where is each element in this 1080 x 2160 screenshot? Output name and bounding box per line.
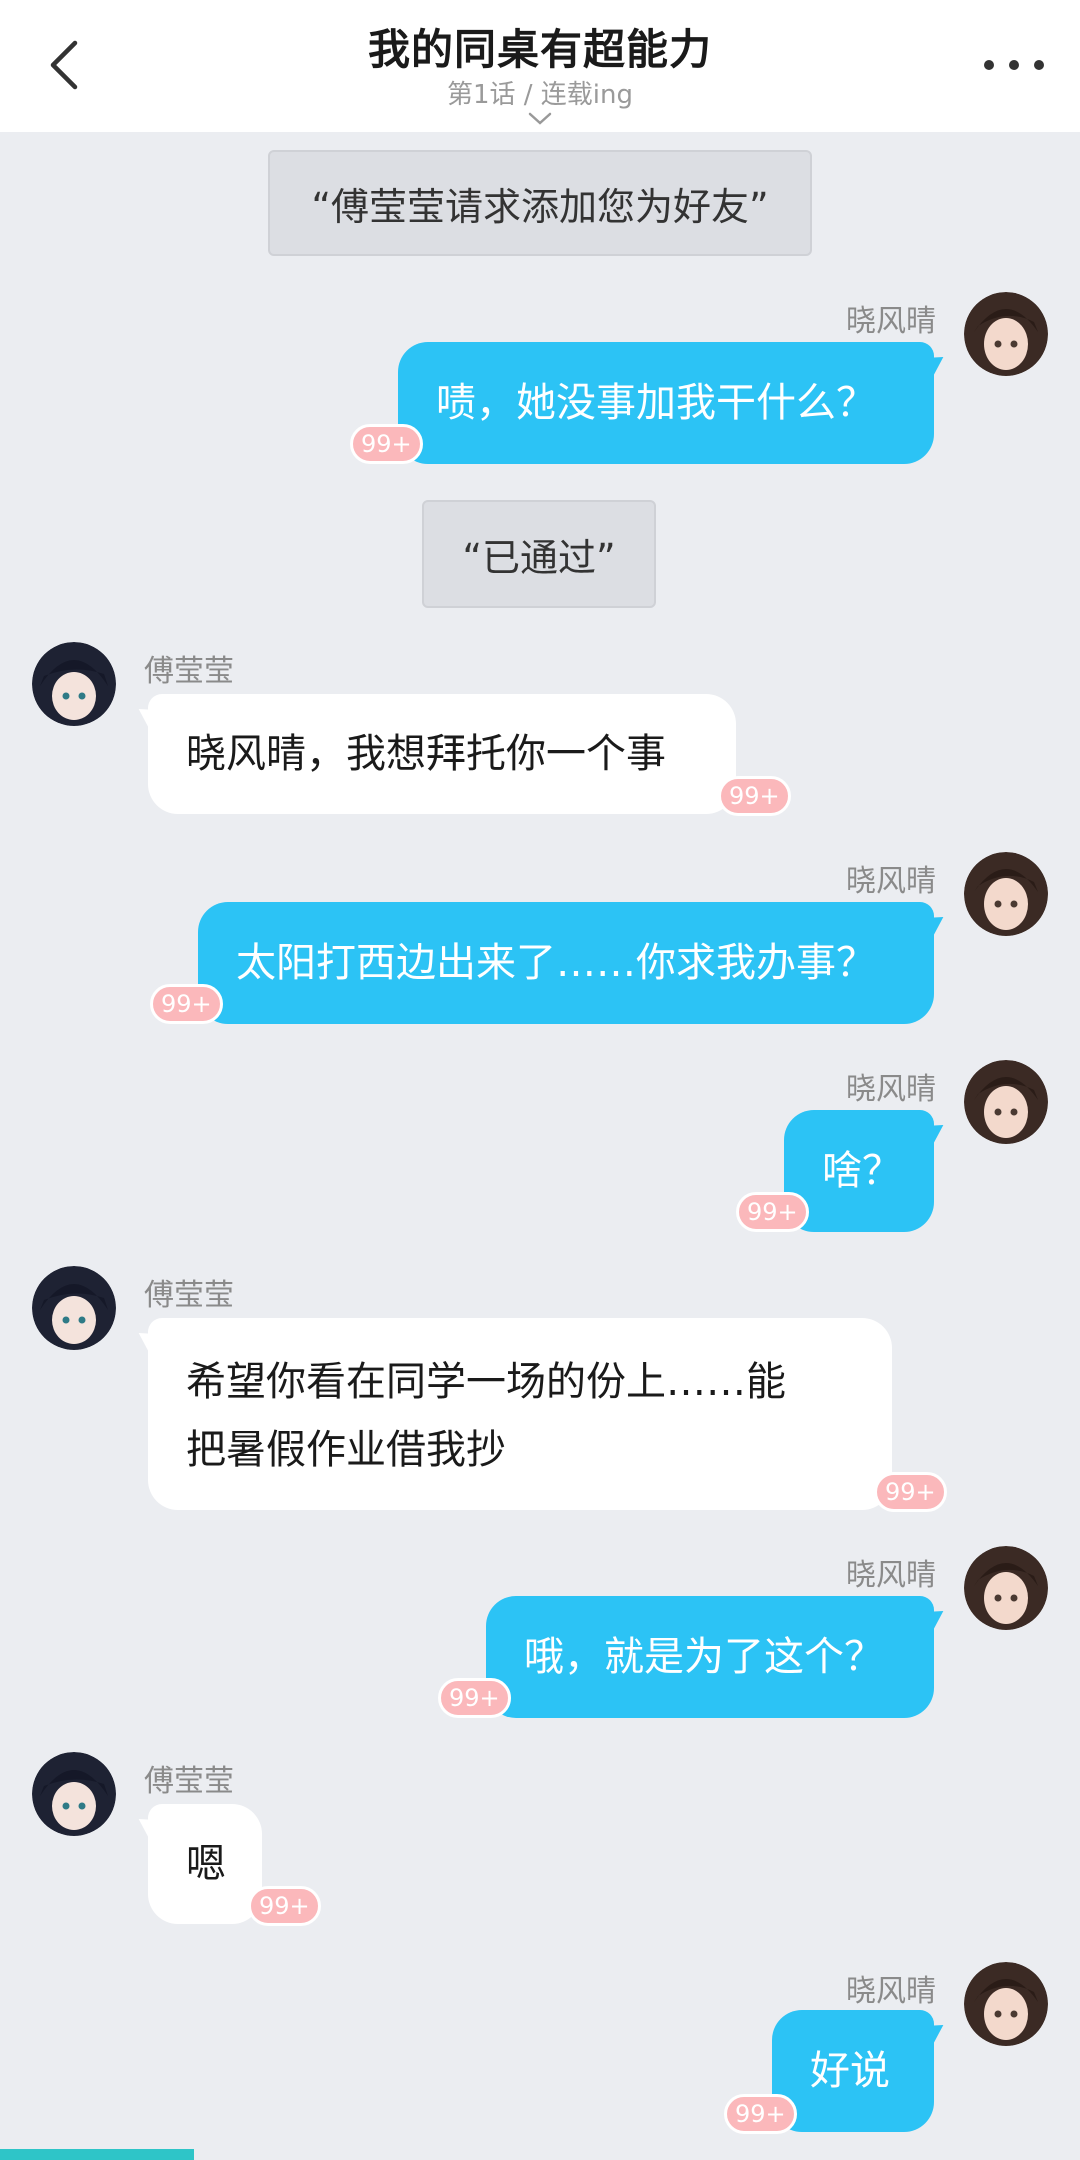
avatar[interactable]: [32, 1752, 116, 1836]
chevron-down-icon[interactable]: [528, 112, 552, 126]
reading-progress-bar: [0, 2149, 194, 2160]
avatar[interactable]: [32, 1266, 116, 1350]
notice-text: “傅莹莹请求添加您为好友”: [311, 184, 769, 229]
avatar[interactable]: [32, 642, 116, 726]
avatar[interactable]: [964, 1060, 1048, 1144]
reaction-badge[interactable]: 99+: [248, 1886, 321, 1926]
top-bar: 我的同桌有超能力 第1话 / 连载ing: [0, 0, 1080, 132]
notice-text: “已通过”: [462, 535, 616, 580]
message-text: 晓风晴，我想拜托你一个事: [186, 731, 666, 777]
sender-name: 晓风晴: [846, 1558, 936, 1593]
message-bubble[interactable]: 晓风晴，我想拜托你一个事: [132, 694, 736, 814]
message-text: 啥？: [822, 1148, 902, 1194]
reaction-badge[interactable]: 99+: [438, 1678, 511, 1718]
reaction-badge[interactable]: 99+: [724, 2094, 797, 2134]
reaction-badge[interactable]: 99+: [350, 424, 423, 464]
message-text: 啧，她没事加我干什么？: [436, 380, 876, 426]
reaction-badge[interactable]: 99+: [736, 1192, 809, 1232]
reaction-badge[interactable]: 99+: [874, 1472, 947, 1512]
reaction-badge[interactable]: 99+: [150, 984, 223, 1024]
message-bubble[interactable]: 哦，就是为了这个？: [486, 1596, 950, 1718]
chapter-subtitle[interactable]: 第1话 / 连载ing: [0, 74, 1080, 111]
system-notice: “傅莹莹请求添加您为好友”: [268, 150, 812, 256]
message-bubble[interactable]: 太阳打西边出来了……你求我办事？: [198, 902, 950, 1024]
message-text: 嗯: [186, 1841, 226, 1887]
avatar[interactable]: [964, 1546, 1048, 1630]
sender-name: 晓风晴: [846, 864, 936, 899]
sender-name: 傅莹莹: [144, 1764, 234, 1799]
page-title: 我的同桌有超能力: [367, 25, 712, 74]
avatar[interactable]: [964, 852, 1048, 936]
reaction-badge[interactable]: 99+: [718, 776, 791, 816]
sender-name: 晓风晴: [846, 1974, 936, 2009]
more-dots-icon: [984, 60, 994, 70]
system-notice: “已通过”: [422, 500, 656, 608]
message-text-line: 把暑假作业借我抄: [186, 1427, 506, 1473]
message-bubble[interactable]: 嗯: [132, 1804, 262, 1924]
sender-name: 晓风晴: [846, 1072, 936, 1107]
message-bubble[interactable]: 啧，她没事加我干什么？: [398, 342, 950, 464]
message-bubble[interactable]: 希望你看在同学一场的份上……能 把暑假作业借我抄: [132, 1318, 892, 1510]
sender-name: 晓风晴: [846, 304, 936, 339]
message-text: 哦，就是为了这个？: [524, 1634, 884, 1680]
avatar[interactable]: [964, 292, 1048, 376]
avatar[interactable]: [964, 1962, 1048, 2046]
sender-name: 傅莹莹: [144, 654, 234, 689]
message-text: 好说: [810, 2048, 890, 2094]
message-text-line: 希望你看在同学一场的份上……能: [186, 1359, 786, 1405]
more-button[interactable]: [984, 48, 1044, 82]
sender-name: 傅莹莹: [144, 1278, 234, 1313]
message-text: 太阳打西边出来了……你求我办事？: [236, 940, 876, 986]
